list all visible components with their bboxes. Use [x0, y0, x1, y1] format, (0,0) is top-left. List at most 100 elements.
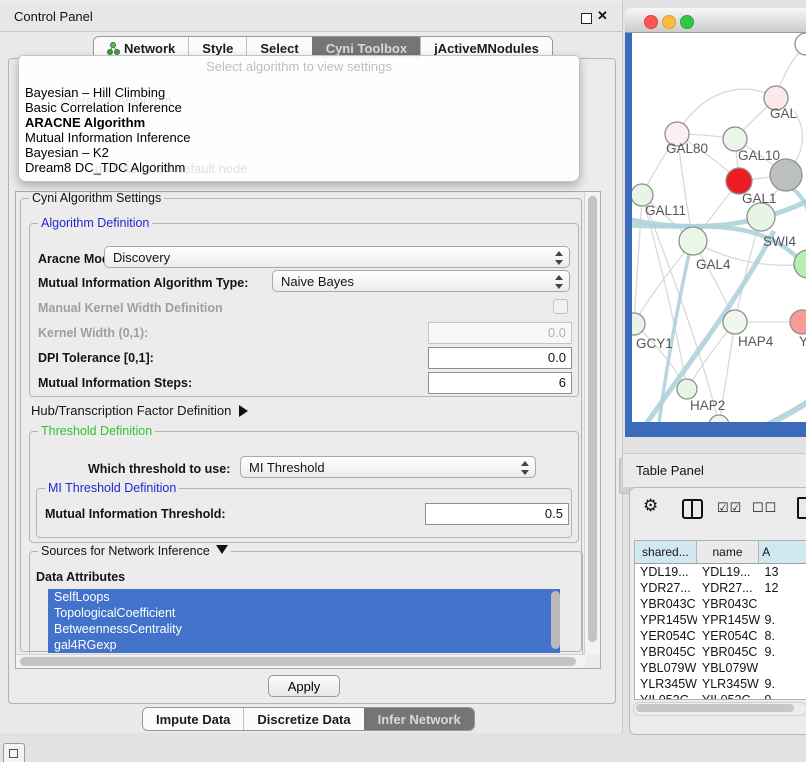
apply-button[interactable]: Apply: [268, 675, 340, 697]
close-panel-icon[interactable]: ✕: [597, 8, 608, 24]
list-scrollbar-thumb[interactable]: [551, 591, 560, 649]
table-row[interactable]: YDR27...YDR27...12: [635, 580, 806, 596]
table-cell: YPR145W: [635, 612, 697, 628]
settings-horizontal-scrollbar[interactable]: [16, 654, 585, 668]
network-node-label: GAL11: [645, 203, 686, 218]
tab-label: Discretize Data: [257, 712, 350, 727]
table-row[interactable]: YBR045CYBR045C9.: [635, 644, 806, 660]
close-window-icon[interactable]: [644, 15, 658, 29]
table-panel-titlebar: Table Panel: [623, 453, 806, 487]
which-threshold-value: MI Threshold: [249, 460, 325, 475]
sources-group-title[interactable]: Sources for Network Inference: [38, 544, 231, 558]
mi-threshold-field[interactable]: 0.5: [425, 503, 569, 525]
network-node-label: GAL: [770, 106, 798, 121]
stepper-arrows-icon: [554, 275, 563, 289]
table-row[interactable]: YBR043CYBR043C: [635, 596, 806, 612]
settings-gear-icon[interactable]: ⚙: [643, 496, 658, 516]
manual-kernel-checkbox[interactable]: [553, 299, 568, 314]
mi-algorithm-type-select[interactable]: Naive Bayes: [272, 270, 570, 292]
scrollbar-thumb[interactable]: [588, 196, 597, 642]
network-node-hap4[interactable]: [723, 310, 747, 334]
table-row[interactable]: YER054CYER054C8.: [635, 628, 806, 644]
algorithm-option[interactable]: Mutual Information Inference: [19, 130, 579, 145]
table-row[interactable]: YDL19...YDL19...13: [635, 564, 806, 580]
data-attribute-item[interactable]: TopologicalCoefficient: [48, 605, 560, 621]
network-node-gal1[interactable]: [770, 159, 802, 191]
data-attributes-list[interactable]: SelfLoopsTopologicalCoefficientBetweenne…: [48, 589, 560, 653]
data-attribute-item[interactable]: BetweennessCentrality: [48, 621, 560, 637]
table-cell: 13: [760, 564, 806, 580]
table-cell: YBR043C: [697, 596, 760, 612]
table-cell: YPR145W: [697, 612, 760, 628]
table-cell: YBL079W: [697, 660, 760, 676]
mi-steps-label: Mutual Information Steps:: [38, 376, 192, 390]
deselect-all-checkboxes-icon[interactable]: ☐☐: [752, 500, 777, 516]
table-cell: YBR045C: [697, 644, 760, 660]
table-row[interactable]: YBL079WYBL079W: [635, 660, 806, 676]
settings-scrollpane: Cyni Algorithm Settings Algorithm Defini…: [15, 191, 601, 669]
new-table-icon[interactable]: [797, 497, 806, 519]
algorithm-option[interactable]: Dream8 DC_TDC Algorithm: [19, 160, 579, 175]
tab-impute-data[interactable]: Impute Data: [143, 708, 243, 730]
network-node-y[interactable]: [790, 310, 806, 334]
which-threshold-select[interactable]: MI Threshold: [240, 456, 536, 478]
algorithm-option[interactable]: Bayesian – Hill Climbing: [19, 85, 579, 100]
table-cell: 12: [760, 580, 806, 596]
algorithm-option[interactable]: ARACNE Algorithm: [19, 115, 579, 130]
network-node-label: GCY1: [636, 336, 673, 351]
scrollbar-thumb[interactable]: [636, 704, 794, 712]
table-cell: [760, 660, 806, 676]
table-row[interactable]: YPR145WYPR145W9.: [635, 612, 806, 628]
table-cell: [760, 596, 806, 612]
network-node-hap2[interactable]: [677, 379, 697, 399]
network-node[interactable]: [795, 33, 806, 55]
table-cell: YBR043C: [635, 596, 697, 612]
network-node-label: SWI4: [763, 234, 796, 249]
tab-label: Impute Data: [156, 712, 230, 727]
algorithm-definition-group: Algorithm Definition Aracne Mode: Discov…: [29, 223, 579, 397]
network-node-label: GAL10: [738, 148, 780, 163]
algorithm-option[interactable]: Basic Correlation Inference: [19, 100, 579, 115]
network-node-swi4[interactable]: [747, 203, 775, 231]
minimized-panel-button[interactable]: [3, 743, 25, 762]
select-all-checkboxes-icon[interactable]: ☑☑: [717, 500, 742, 516]
tab-discretize-data[interactable]: Discretize Data: [243, 708, 363, 730]
minimize-window-icon[interactable]: [662, 15, 676, 29]
mi-steps-field[interactable]: 6: [428, 372, 572, 394]
scrollbar-thumb[interactable]: [20, 657, 576, 666]
network-node-label: GAL80: [666, 141, 708, 156]
table-cell: 9.: [760, 676, 806, 692]
dpi-tolerance-field[interactable]: 0.0: [428, 347, 572, 369]
column-header[interactable]: shared...: [635, 541, 697, 563]
network-edge[interactable]: [744, 397, 806, 422]
network-node[interactable]: [709, 415, 729, 422]
control-panel-title: Control Panel: [14, 9, 93, 24]
cyni-settings-group-title: Cyni Algorithm Settings: [29, 191, 164, 205]
zoom-window-icon[interactable]: [680, 15, 694, 29]
aracne-mode-select[interactable]: Discovery: [104, 246, 570, 268]
table-horizontal-scrollbar[interactable]: [633, 702, 806, 716]
manual-kernel-label: Manual Kernel Width Definition: [38, 301, 223, 315]
table-row[interactable]: YLR345WYLR345W9.: [635, 676, 806, 692]
table-cell: 8.: [760, 628, 806, 644]
settings-vertical-scrollbar[interactable]: [584, 192, 600, 655]
network-canvas[interactable]: GALGAL80GAL10GAL1GAL11SWI4GAL4GCY1HAP4YH…: [632, 33, 806, 422]
tab-infer-network[interactable]: Infer Network: [364, 708, 474, 730]
network-node-gal4[interactable]: [679, 227, 707, 255]
data-attribute-item[interactable]: gal4RGexp: [48, 637, 560, 653]
data-attribute-item[interactable]: SelfLoops: [48, 589, 560, 605]
stepper-arrows-icon: [520, 461, 529, 475]
network-edge[interactable]: [634, 195, 642, 324]
column-header[interactable]: name: [697, 541, 760, 563]
column-header[interactable]: A: [759, 541, 806, 563]
node-table[interactable]: shared...nameA YDL19...YDL19...13YDR27..…: [634, 540, 806, 700]
algorithm-option[interactable]: Bayesian – K2: [19, 145, 579, 160]
float-panel-icon[interactable]: [581, 13, 592, 24]
mi-threshold-label: Mutual Information Threshold:: [45, 507, 226, 521]
split-view-icon[interactable]: [682, 499, 703, 519]
kernel-width-field[interactable]: 0.0: [428, 322, 572, 344]
network-window-titlebar[interactable]: [625, 8, 806, 33]
table-row[interactable]: YIL052CYIL052C9: [635, 692, 806, 700]
which-threshold-label: Which threshold to use:: [88, 462, 230, 476]
hub-definition-toggle[interactable]: Hub/Transcription Factor Definition: [31, 403, 248, 418]
